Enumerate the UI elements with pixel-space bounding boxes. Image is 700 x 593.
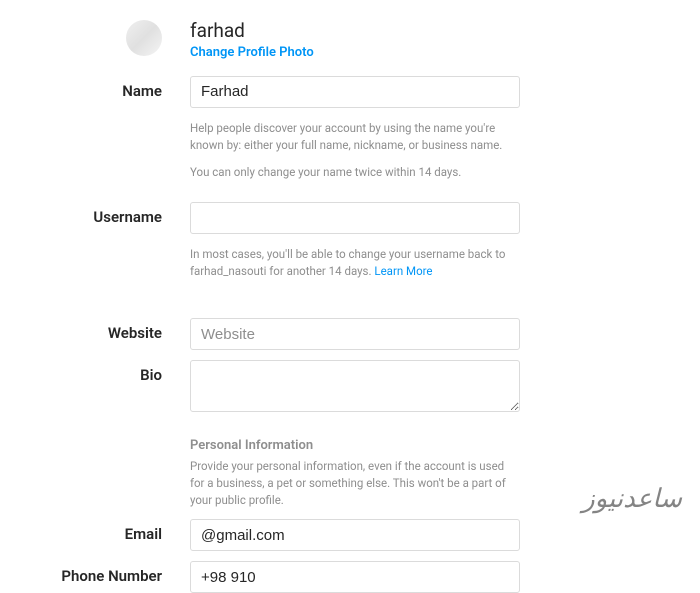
email-input[interactable] xyxy=(190,519,520,551)
username-input[interactable] xyxy=(190,202,520,234)
personal-info-heading: Personal Information xyxy=(190,436,520,456)
phone-input[interactable] xyxy=(190,561,520,593)
bio-label: Bio xyxy=(30,360,190,384)
name-help-1: Help people discover your account by usi… xyxy=(190,120,520,155)
name-input[interactable] xyxy=(190,76,520,108)
website-label: Website xyxy=(30,318,190,342)
username-heading: farhad xyxy=(190,20,520,43)
name-label: Name xyxy=(30,76,190,100)
username-help: In most cases, you'll be able to change … xyxy=(190,247,505,278)
bio-textarea[interactable] xyxy=(190,360,520,412)
username-label: Username xyxy=(30,202,190,226)
change-profile-photo-button[interactable]: Change Profile Photo xyxy=(190,45,520,60)
email-label: Email xyxy=(30,519,190,543)
phone-label: Phone Number xyxy=(30,561,190,585)
personal-info-help: Provide your personal information, even … xyxy=(190,458,520,510)
watermark-text: ساعدنیوز xyxy=(582,484,682,514)
profile-avatar[interactable] xyxy=(126,20,162,56)
name-help-2: You can only change your name twice with… xyxy=(190,164,520,181)
learn-more-link[interactable]: Learn More xyxy=(374,264,432,278)
website-input[interactable] xyxy=(190,318,520,350)
